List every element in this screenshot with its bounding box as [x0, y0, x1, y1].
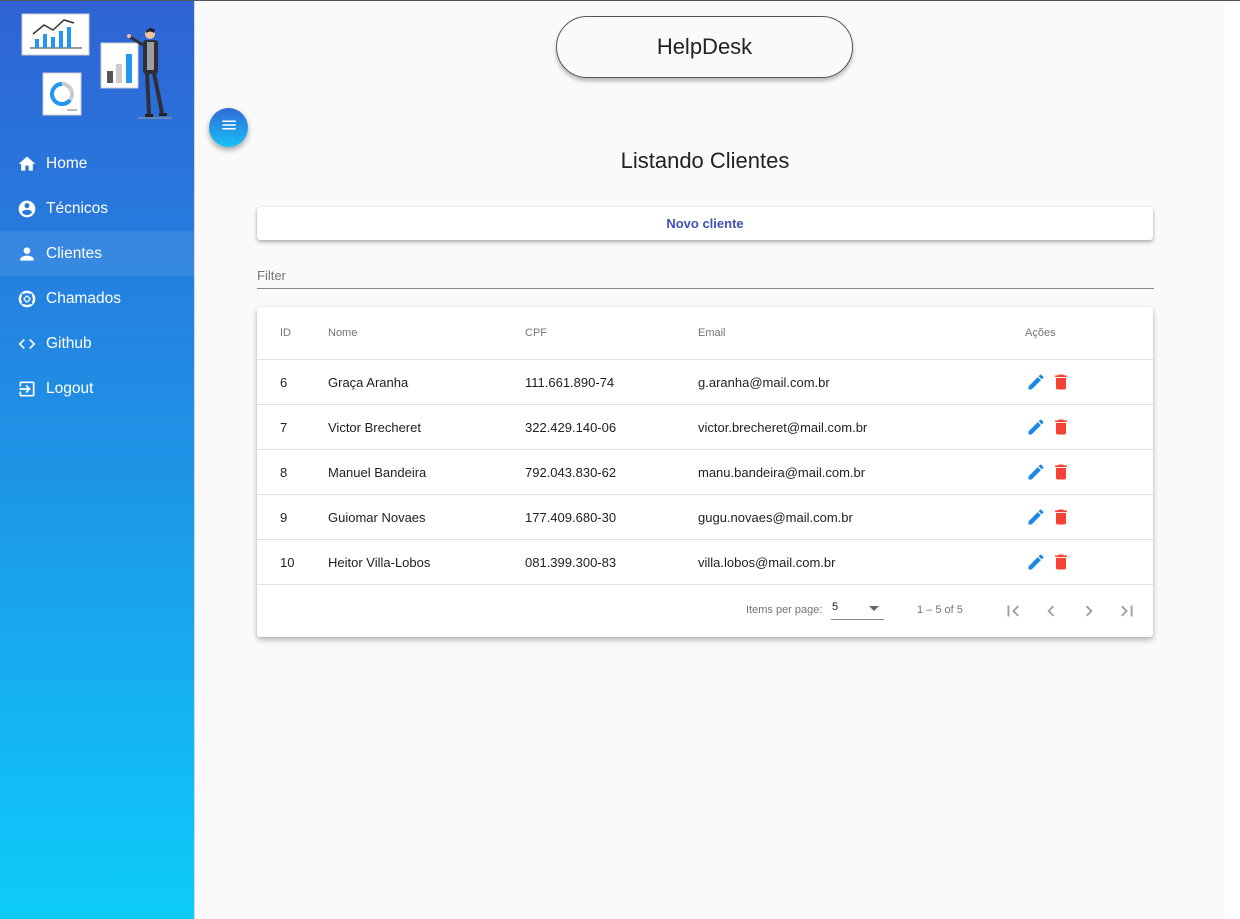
delete-icon[interactable]: [1050, 371, 1072, 393]
sidebar-item-label: Técnicos: [46, 199, 109, 217]
sidebar-item-clientes[interactable]: Clientes: [0, 231, 195, 276]
edit-icon[interactable]: [1025, 416, 1047, 438]
cell-id: 7: [280, 420, 288, 435]
edit-icon[interactable]: [1025, 371, 1047, 393]
first-page-icon[interactable]: [1000, 598, 1026, 624]
header-cpf[interactable]: CPF: [525, 307, 547, 360]
sidebar-item-tecnicos[interactable]: Técnicos: [0, 186, 195, 231]
paginator: Items per page: 5 1 – 5 of 5: [257, 586, 1153, 637]
new-client-button[interactable]: Novo cliente: [257, 207, 1153, 240]
lifebuoy-icon: [16, 288, 38, 310]
cell-email: manu.bandeira@mail.com.br: [698, 465, 866, 480]
dropdown-arrow-icon: [869, 606, 879, 611]
cell-email: gugu.novaes@mail.com.br: [698, 510, 853, 525]
sidebar-item-logout[interactable]: Logout: [0, 366, 195, 411]
row-actions: [1025, 461, 1072, 483]
menu-icon: [220, 116, 238, 139]
header-id[interactable]: ID: [280, 307, 291, 360]
cell-cpf: 111.661.890-74: [525, 375, 615, 390]
cell-email: victor.brecheret@mail.com.br: [698, 420, 868, 435]
cell-nome: Victor Brecheret: [328, 420, 421, 435]
cell-email: g.aranha@mail.com.br: [698, 375, 830, 390]
edit-icon[interactable]: [1025, 506, 1047, 528]
cell-nome: Heitor Villa-Lobos: [328, 555, 431, 570]
cell-nome: Graça Aranha: [328, 375, 409, 390]
delete-icon[interactable]: [1050, 461, 1072, 483]
sidebar-item-label: Github: [46, 334, 92, 352]
table-row: 10 Heitor Villa-Lobos 081.399.300-83 vil…: [257, 540, 1153, 585]
header-email[interactable]: Email: [698, 307, 726, 360]
clients-table: ID Nome CPF Email Ações 6 Graça Aranha 1…: [257, 307, 1153, 637]
filter-input[interactable]: [257, 259, 1154, 287]
row-actions: [1025, 551, 1072, 573]
delete-icon[interactable]: [1050, 506, 1072, 528]
previous-page-icon[interactable]: [1038, 598, 1064, 624]
sidebar-nav: Home Técnicos Clientes Chamados Github L…: [0, 141, 195, 411]
header-nome[interactable]: Nome: [328, 307, 357, 360]
cell-nome: Guiomar Novaes: [328, 510, 426, 525]
main-content: HelpDesk Listando Clientes Novo cliente …: [195, 1, 1225, 919]
row-actions: [1025, 371, 1072, 393]
delete-icon[interactable]: [1050, 416, 1072, 438]
person-icon: [16, 243, 38, 265]
logout-icon: [16, 378, 38, 400]
table-row: 8 Manuel Bandeira 792.043.830-62 manu.ba…: [257, 450, 1153, 495]
home-icon: [16, 153, 38, 175]
page-title: Listando Clientes: [620, 148, 790, 173]
sidebar-item-label: Chamados: [46, 289, 121, 307]
table-row: 9 Guiomar Novaes 177.409.680-30 gugu.nov…: [257, 495, 1153, 540]
cell-id: 9: [280, 510, 288, 525]
table-row: 7 Victor Brecheret 322.429.140-06 victor…: [257, 405, 1153, 450]
cell-nome: Manuel Bandeira: [328, 465, 427, 480]
sidebar-item-label: Logout: [46, 379, 94, 397]
sidebar-item-label: Clientes: [46, 244, 102, 262]
cell-cpf: 322.429.140-06: [525, 420, 617, 435]
row-actions: [1025, 506, 1072, 528]
sidebar-item-chamados[interactable]: Chamados: [0, 276, 195, 321]
sidebar-item-home[interactable]: Home: [0, 141, 195, 186]
delete-icon[interactable]: [1050, 551, 1072, 573]
page-range-label: 1 – 5 of 5: [917, 604, 963, 616]
edit-icon[interactable]: [1025, 551, 1047, 573]
cell-id: 10: [280, 555, 295, 570]
menu-toggle-button[interactable]: [209, 108, 248, 147]
account-circle-icon: [16, 198, 38, 220]
table-header-row: ID Nome CPF Email Ações: [257, 307, 1153, 360]
sidebar-item-label: Home: [46, 154, 88, 172]
sidebar: Home Técnicos Clientes Chamados Github L…: [0, 1, 195, 919]
page-size-select[interactable]: 5: [831, 598, 884, 620]
cell-id: 6: [280, 375, 288, 390]
page-right-margin: [1225, 1, 1240, 919]
items-per-page-label: Items per page:: [746, 604, 823, 616]
last-page-icon[interactable]: [1114, 598, 1140, 624]
table-row: 6 Graça Aranha 111.661.890-74 g.aranha@m…: [257, 360, 1153, 405]
header-acoes: Ações: [1025, 327, 1056, 339]
dashboard-illustration: [0, 1, 195, 126]
cell-cpf: 177.409.680-30: [525, 510, 617, 525]
next-page-icon[interactable]: [1076, 598, 1102, 624]
app-title: HelpDesk: [556, 16, 853, 78]
cell-email: villa.lobos@mail.com.br: [698, 555, 836, 570]
sidebar-item-github[interactable]: Github: [0, 321, 195, 366]
cell-id: 8: [280, 465, 288, 480]
edit-icon[interactable]: [1025, 461, 1047, 483]
page-size-value: 5: [832, 601, 839, 613]
filter-field: [257, 259, 1154, 289]
cell-cpf: 081.399.300-83: [525, 555, 617, 570]
row-actions: [1025, 416, 1072, 438]
code-icon: [16, 333, 38, 355]
cell-cpf: 792.043.830-62: [525, 465, 617, 480]
